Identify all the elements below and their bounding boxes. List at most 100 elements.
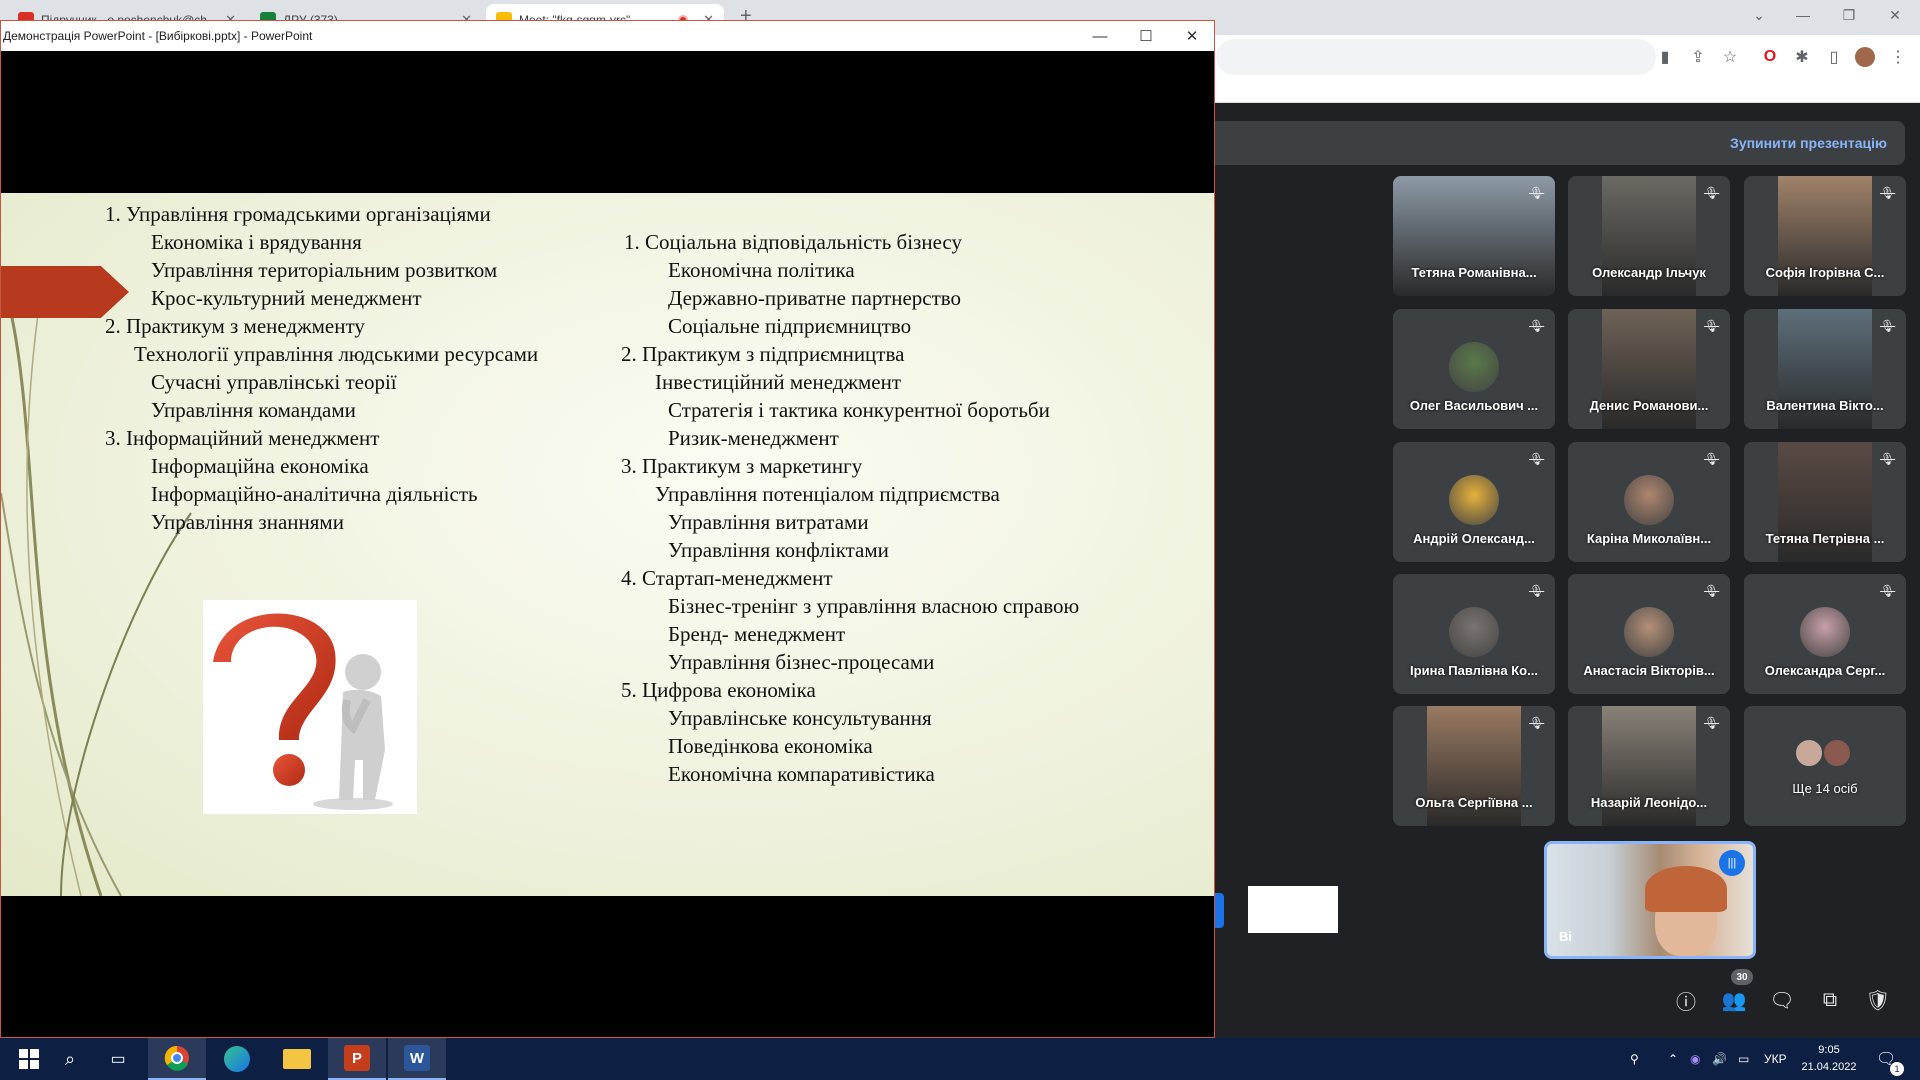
restore-button[interactable]: ❐ (1826, 0, 1872, 30)
participant-name: Денис Романови... (1589, 398, 1709, 413)
participant-name: Анастасія Вікторів... (1583, 663, 1715, 678)
participant-tile[interactable]: 🎙 Ольга Сергіївна ... (1393, 706, 1555, 826)
edge-taskbar-icon[interactable] (208, 1038, 266, 1080)
slide-course-line: Управління знаннями (151, 510, 344, 534)
close-window-button[interactable]: ✕ (1872, 0, 1918, 30)
ppt-titlebar: Демонстрація PowerPoint - [Вибіркові.ppt… (1, 21, 1214, 51)
word-taskbar-icon[interactable]: W (388, 1038, 446, 1080)
slide-course-line: Бренд- менеджмент (668, 622, 846, 646)
mic-off-icon: 🎙 (1529, 186, 1545, 200)
more-participants-label: Ще 14 осіб (1792, 781, 1858, 796)
ppt-minimize-button[interactable]: — (1077, 21, 1123, 51)
mic-off-icon: 🎙 (1704, 716, 1720, 730)
activities-icon[interactable]: ⧉ (1813, 983, 1847, 1017)
show-hidden-icons[interactable]: ⌃ (1668, 1038, 1678, 1080)
participant-name: Каріна Миколаївн... (1586, 531, 1712, 546)
camera-icon[interactable]: ▮ (1651, 43, 1679, 71)
participant-name: Олександр Ільчук (1592, 265, 1706, 280)
participant-tile[interactable]: 🎙 Валентина Вікто... (1744, 309, 1906, 429)
blank-preview (1248, 886, 1338, 933)
slide-course-line: Соціальне підприємництво (668, 314, 912, 338)
people-tray-icon[interactable]: ⚲ (1630, 1038, 1639, 1080)
presentation-bar: Зупинити презентацію (1215, 121, 1905, 165)
slide-course-line: 1. Соціальна відповідальність бізнесу (624, 230, 962, 254)
search-icon[interactable]: ⌕ (46, 1038, 94, 1080)
participant-name: Тетяна Романівна... (1411, 265, 1537, 280)
info-icon[interactable]: ⓘ (1669, 983, 1703, 1017)
participant-tile[interactable]: 🎙 Олександра Серг... (1744, 574, 1906, 694)
clock-time: 9:05 (1818, 1044, 1840, 1056)
people-icon[interactable]: 👥 (1717, 983, 1751, 1017)
viber-icon[interactable]: ◉ (1690, 1038, 1700, 1080)
ppt-window-title: Демонстрація PowerPoint - [Вибіркові.ppt… (3, 29, 313, 43)
slide-course-line: Бізнес-тренінг з управління власною спра… (668, 594, 1080, 618)
mic-off-icon: 🎙 (1880, 186, 1896, 200)
clock[interactable]: 9:05 21.04.2022 (1794, 1042, 1864, 1076)
participant-tile[interactable]: 🎙 Тетяна Романівна... (1393, 176, 1555, 296)
slide-course-line: Управління територіальним розвитком (151, 258, 498, 282)
slide-course-line: 2. Практикум з підприємництва (621, 342, 905, 366)
address-bar[interactable] (1216, 39, 1656, 75)
slide-course-line: Управління бізнес-процесами (668, 650, 935, 674)
slide-course-line: Стратегія і тактика конкурентної боротьб… (668, 398, 1050, 422)
tab-search-icon[interactable]: ⌄ (1736, 0, 1782, 30)
slide-course-line: Управління потенціалом підприємства (655, 482, 1000, 506)
self-name-label: Ві (1559, 929, 1572, 944)
chrome-taskbar-icon[interactable] (148, 1038, 206, 1080)
opera-extension-icon[interactable]: O (1756, 43, 1784, 71)
minimize-button[interactable]: — (1780, 0, 1826, 30)
volume-icon[interactable]: 🔊 (1712, 1038, 1727, 1080)
slide-course-line: Інформаційно-аналітична діяльність (151, 482, 478, 506)
language-indicator[interactable]: УКР (1764, 1038, 1787, 1080)
participant-tile[interactable]: 🎙 Олександр Ільчук (1568, 176, 1730, 296)
more-participants-tile[interactable]: Ще 14 осіб (1744, 706, 1906, 826)
participant-tile[interactable]: 🎙 Анастасія Вікторів... (1568, 574, 1730, 694)
participant-tile[interactable]: 🎙 Денис Романови... (1568, 309, 1730, 429)
side-indicator (1215, 893, 1224, 928)
stop-presenting-button[interactable]: Зупинити презентацію (1730, 135, 1887, 151)
bookmark-star-icon[interactable]: ☆ (1716, 43, 1744, 71)
participant-tile[interactable]: 🎙 Назарій Леонідо... (1568, 706, 1730, 826)
windows-taskbar: ⌕ ▭ P W ⚲ ⌃ ◉ 🔊 ▭ УКР 9:05 21.04.2022 🗨 … (0, 1038, 1920, 1080)
ppt-close-button[interactable]: ✕ (1169, 21, 1215, 51)
side-panel-icon[interactable]: ▯ (1820, 43, 1848, 71)
slide-course-line: 5. Цифрова економіка (621, 678, 816, 702)
slide-course-line: Управління конфліктами (668, 538, 889, 562)
participant-name: Тетяна Петрівна ... (1765, 531, 1885, 546)
self-view-tile[interactable]: Ві ||| (1544, 841, 1756, 959)
slide: 1. Управління громадськими організаціями… (1, 193, 1214, 896)
slide-course-line: Сучасні управлінські теорії (151, 370, 397, 394)
chat-icon[interactable]: 🗨 (1765, 983, 1799, 1017)
task-view-icon[interactable]: ▭ (94, 1038, 142, 1080)
participant-tile[interactable]: 🎙 Андрій Олександ... (1393, 442, 1555, 562)
avatar (1624, 475, 1674, 525)
file-explorer-icon[interactable] (268, 1038, 326, 1080)
participant-tile[interactable]: 🎙 Каріна Миколаївн... (1568, 442, 1730, 562)
participant-tile[interactable]: 🎙 Тетяна Петрівна ... (1744, 442, 1906, 562)
slide-course-line: 4. Стартап-менеджмент (621, 566, 833, 590)
host-controls-icon[interactable]: 🛡 (1861, 983, 1895, 1017)
participant-name: Ірина Павлівна Ко... (1410, 663, 1538, 678)
participant-tile[interactable]: 🎙 Софія Ігорівна С... (1744, 176, 1906, 296)
slide-course-line: 1. Управління громадськими організаціями (105, 202, 491, 226)
network-icon[interactable]: ▭ (1738, 1038, 1749, 1080)
slide-course-line: Економіка і врядування (151, 230, 362, 254)
powerpoint-taskbar-icon[interactable]: P (328, 1038, 386, 1080)
avatar (1794, 738, 1824, 768)
avatar (1822, 738, 1852, 768)
share-icon[interactable]: ⇪ (1684, 43, 1712, 71)
profile-avatar[interactable] (1851, 43, 1879, 71)
avatar (1449, 342, 1499, 392)
participant-tile[interactable]: 🎙 Олег Васильович ... (1393, 309, 1555, 429)
extensions-puzzle-icon[interactable]: ✱ (1788, 43, 1816, 71)
participant-name: Андрій Олександ... (1413, 531, 1535, 546)
ppt-maximize-button[interactable]: ☐ (1123, 21, 1169, 51)
slide-course-line: Державно-приватне партнерство (668, 286, 962, 310)
slide-course-line: Управління витратами (668, 510, 869, 534)
avatar (1800, 607, 1850, 657)
menu-kebab-icon[interactable]: ⋮ (1884, 43, 1912, 71)
slide-course-line: Управління командами (151, 398, 356, 422)
participant-tile[interactable]: 🎙 Ірина Павлівна Ко... (1393, 574, 1555, 694)
mic-off-icon: 🎙 (1880, 319, 1896, 333)
powerpoint-window: Демонстрація PowerPoint - [Вибіркові.ppt… (0, 20, 1215, 1038)
